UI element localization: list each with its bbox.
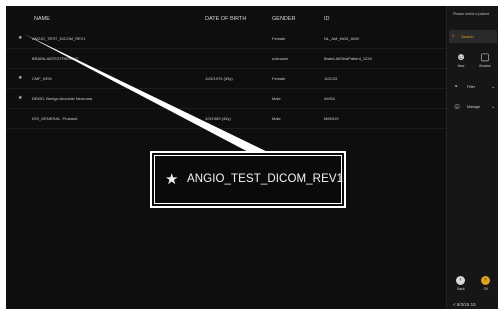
zoom-callout: ★ ANGIO_TEST_DICOM_REV1 xyxy=(150,151,346,208)
filter-label: Filter xyxy=(467,85,475,89)
filter-icon: ◔ xyxy=(453,82,458,91)
browse-label: Browse xyxy=(479,64,491,68)
back-label: Back xyxy=(457,287,465,291)
forward-arrow-icon: › xyxy=(484,277,487,283)
person-add-icon: ☻ xyxy=(455,52,467,63)
search-icon: ⌕ xyxy=(452,33,455,39)
browse-button[interactable]: ▢ Browse xyxy=(474,52,496,69)
right-sidebar: Please select a patient ⌕ Search ☻ New ▢… xyxy=(446,6,498,309)
ok-label: OK xyxy=(483,287,489,291)
sidebar-title: Please select a patient xyxy=(453,12,490,16)
folder-icon: ▢ xyxy=(480,52,490,63)
favorite-star-icon: ★ xyxy=(165,171,179,188)
back-arrow-icon: ‹ xyxy=(459,277,462,283)
patient-list-panel: NAME DATE OF BIRTH GENDER ID ★ ANGIO_TES… xyxy=(6,6,446,309)
back-button[interactable]: ‹ xyxy=(456,276,465,285)
ok-button[interactable]: › xyxy=(481,276,490,285)
callout-pointer-wedge xyxy=(24,34,276,156)
filter-menu[interactable]: ◔ Filter ⌄ xyxy=(453,82,497,92)
search-label: Search xyxy=(461,34,474,39)
chevron-down-icon: ⌄ xyxy=(491,104,496,110)
callout-patient-name: ANGIO_TEST_DICOM_REV1 xyxy=(187,173,344,185)
search-button[interactable]: ⌕ Search xyxy=(449,30,497,43)
status-text: < 8/3/15 15 xyxy=(453,302,476,307)
people-icon: ☺ xyxy=(453,102,462,111)
app-window: NAME DATE OF BIRTH GENDER ID ★ ANGIO_TES… xyxy=(6,6,498,309)
new-patient-button[interactable]: ☻ New xyxy=(450,52,472,69)
manage-menu[interactable]: ☺ Manage ⌄ xyxy=(453,102,497,112)
manage-label: Manage xyxy=(467,105,480,109)
chevron-down-icon: ⌄ xyxy=(491,84,496,90)
new-label: New xyxy=(457,64,465,68)
